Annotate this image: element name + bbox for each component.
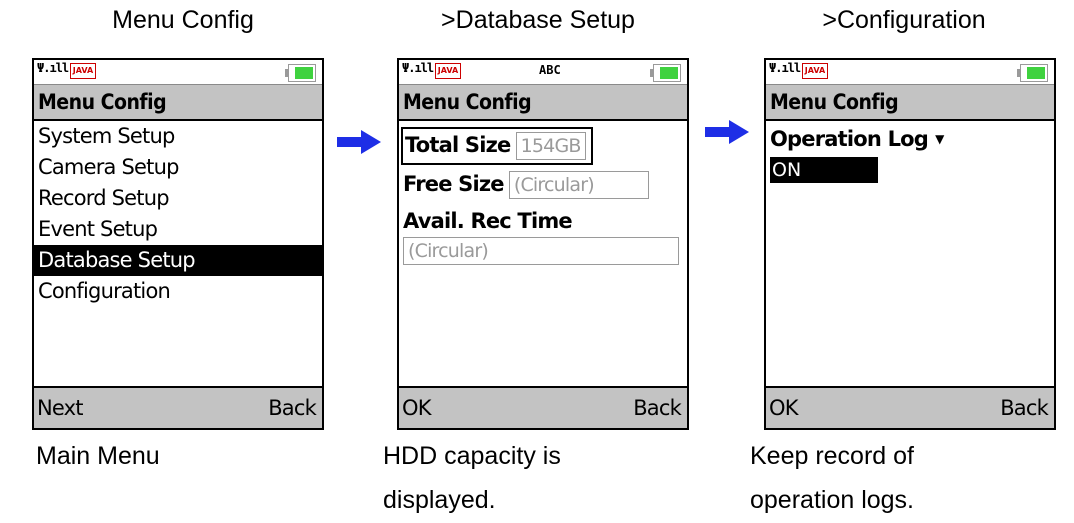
softkey-bar: Next Back <box>34 386 322 428</box>
menu-list: System Setup Camera Setup Record Setup E… <box>34 121 322 307</box>
screen-title: Menu Config <box>399 84 687 121</box>
caption-menu-config: Menu Config <box>112 6 254 34</box>
java-icon: JAVA <box>70 63 96 79</box>
menu-item-database-setup[interactable]: Database Setup <box>34 245 322 276</box>
input-mode-indicator: ABC <box>539 63 561 77</box>
back-softkey[interactable]: Back <box>1000 388 1049 428</box>
caption-line: Main Menu <box>36 442 160 470</box>
caption-line: displayed. <box>383 486 496 514</box>
softkey-bar: OK Back <box>399 386 687 428</box>
battery-icon <box>285 64 316 82</box>
free-size-field[interactable]: (Circular) <box>508 171 649 199</box>
screen-title: Menu Config <box>34 84 322 121</box>
signal-icon: Ψ.ıll <box>402 61 434 75</box>
back-softkey[interactable]: Back <box>268 388 317 428</box>
next-softkey[interactable]: Next <box>37 388 84 428</box>
back-softkey[interactable]: Back <box>633 388 682 428</box>
total-size-row[interactable]: Total Size 154GB <box>401 127 593 165</box>
operation-log-select[interactable]: ON <box>770 156 878 183</box>
menu-item-system-setup[interactable]: System Setup <box>34 121 322 152</box>
screen-title: Menu Config <box>766 84 1054 121</box>
caption-line: operation logs. <box>750 486 915 514</box>
menu-item-record-setup[interactable]: Record Setup <box>34 183 322 214</box>
status-bar: Ψ.ıll JAVA ABC <box>399 60 687 84</box>
softkey-bar: OK Back <box>766 386 1054 428</box>
battery-icon <box>1017 64 1048 82</box>
status-bar: Ψ.ıll JAVA <box>766 60 1054 84</box>
avail-rec-time-row: Avail. Rec Time (Circular) <box>403 209 687 265</box>
caption-configuration: >Configuration <box>822 6 986 34</box>
phone-screen-database-setup: Ψ.ıll JAVA ABC Menu Config Total Size 15… <box>397 58 689 430</box>
caption-hdd-capacity: HDD capacity is displayed. <box>383 434 561 522</box>
menu-item-camera-setup[interactable]: Camera Setup <box>34 152 322 183</box>
java-icon: JAVA <box>802 63 828 79</box>
avail-rec-time-field[interactable]: (Circular) <box>403 237 679 265</box>
dropdown-arrow-icon[interactable]: ▼ <box>935 132 944 146</box>
free-size-row: Free Size (Circular) <box>403 171 687 199</box>
java-icon: JAVA <box>435 63 461 79</box>
avail-rec-time-label: Avail. Rec Time <box>403 209 573 233</box>
total-size-label: Total Size <box>405 133 511 157</box>
free-size-label: Free Size <box>403 172 505 196</box>
signal-icon: Ψ.ıll <box>37 61 69 75</box>
signal-icon: Ψ.ıll <box>769 61 801 75</box>
phone-screen-configuration: Ψ.ıll JAVA Menu Config Operation Log ▼ O… <box>764 58 1056 430</box>
caption-line: Keep record of <box>750 442 914 470</box>
caption-database-setup: >Database Setup <box>441 6 635 34</box>
menu-item-configuration[interactable]: Configuration <box>34 276 322 307</box>
battery-icon <box>650 64 681 82</box>
ok-softkey[interactable]: OK <box>402 388 431 428</box>
arrow-right-icon <box>337 130 381 154</box>
operation-log-label: Operation Log <box>770 127 929 151</box>
caption-line: HDD capacity is <box>383 442 561 470</box>
status-bar: Ψ.ıll JAVA <box>34 60 322 84</box>
ok-softkey[interactable]: OK <box>769 388 798 428</box>
menu-item-event-setup[interactable]: Event Setup <box>34 214 322 245</box>
phone-screen-main-menu: Ψ.ıll JAVA Menu Config System Setup Came… <box>32 58 324 430</box>
caption-operation-logs: Keep record of operation logs. <box>750 434 914 522</box>
operation-log-row: Operation Log ▼ ON <box>770 125 1054 183</box>
caption-main-menu: Main Menu <box>36 434 160 478</box>
total-size-field[interactable]: 154GB <box>515 132 586 160</box>
arrow-right-icon <box>705 120 749 144</box>
